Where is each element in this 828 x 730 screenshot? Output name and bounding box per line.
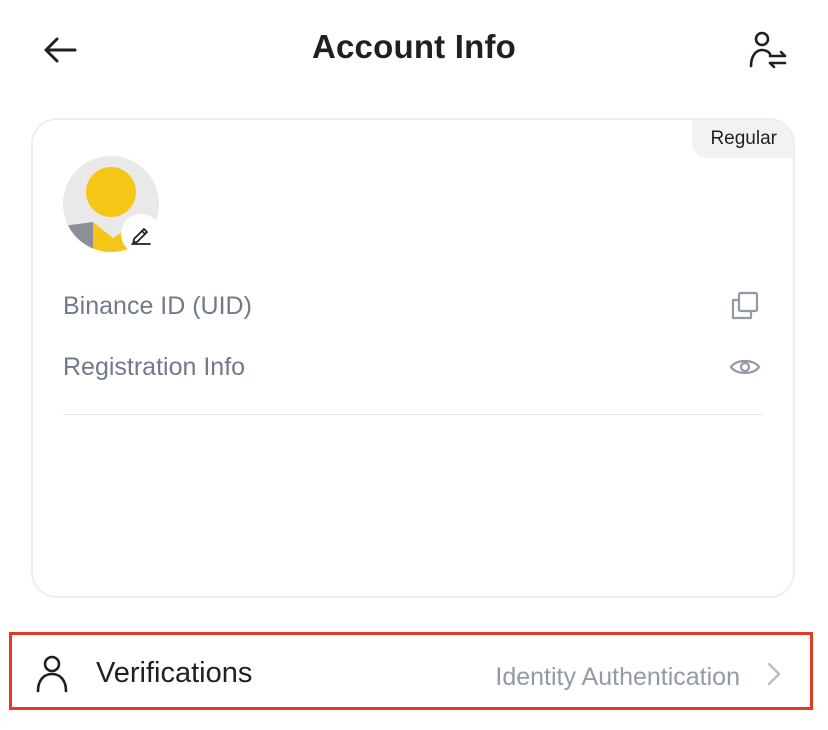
top-bar: Account Info	[0, 0, 828, 100]
verifications-row[interactable]: Verifications Identity Authentication	[9, 632, 813, 710]
page-title: Account Info	[311, 28, 517, 65]
person-icon	[36, 655, 68, 693]
tier-badge: Regular	[692, 120, 793, 158]
copy-icon[interactable]	[727, 288, 763, 324]
switch-account-icon	[749, 31, 787, 69]
switch-account-button[interactable]	[740, 24, 796, 76]
account-card: Regular Binance ID (UID) Registration In…	[31, 118, 795, 598]
registration-info-label: Registration Info	[63, 352, 246, 381]
account-info-screen: Account Info Regular Binance ID (UID) Re…	[0, 0, 828, 730]
registration-info-row: Registration Info	[63, 345, 763, 389]
pencil-icon	[131, 228, 151, 245]
verifications-label: Verifications	[96, 657, 253, 689]
eye-icon[interactable]	[727, 349, 763, 385]
uid-label: Binance ID (UID)	[63, 291, 252, 320]
uid-row: Binance ID (UID)	[63, 284, 763, 328]
card-divider	[63, 414, 763, 415]
avatar-container	[63, 156, 161, 254]
chevron-right-icon	[767, 662, 781, 686]
verification-status: Identity Authentication	[495, 663, 740, 691]
edit-avatar-button[interactable]	[121, 214, 161, 254]
